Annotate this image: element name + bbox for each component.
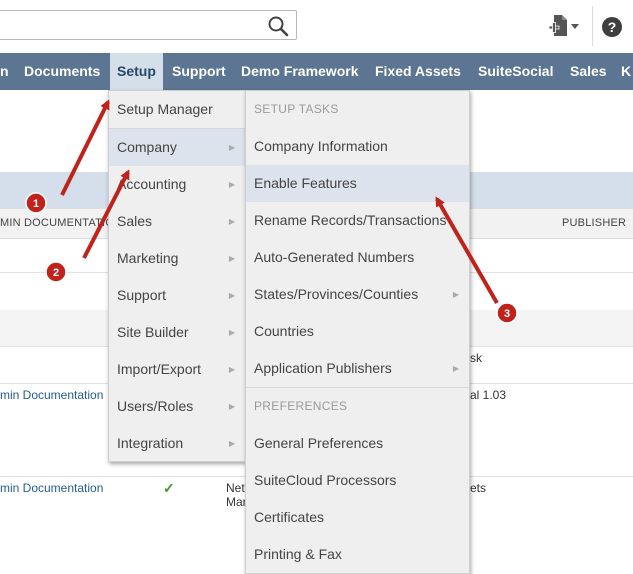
menu-item-label: Marketing (117, 250, 179, 266)
table-cell: sk (470, 351, 482, 365)
menu-item-company[interactable]: Company ▶ (109, 129, 245, 166)
chevron-right-icon: ▶ (452, 364, 459, 373)
check-icon: ✓ (163, 480, 175, 496)
menu-item-sales[interactable]: Sales ▶ (109, 203, 245, 240)
menu-item-site-builder[interactable]: Site Builder ▶ (109, 314, 245, 351)
menu-item-label: States/Provinces/Counties (254, 286, 419, 302)
menu-item-label: Certificates (254, 509, 325, 525)
nav-item-setup[interactable]: Setup (110, 53, 163, 90)
menu-item-support[interactable]: Support ▶ (109, 277, 245, 314)
menu-item-label: Import/Export (117, 361, 202, 377)
svg-text:?: ? (608, 19, 617, 35)
menu-item-label: Sales (117, 213, 153, 229)
menu-item-enable-features[interactable]: Enable Features (246, 165, 469, 202)
menu-item-label: Integration (117, 435, 184, 451)
chevron-right-icon: ▶ (228, 402, 235, 411)
chevron-right-icon: ▶ (228, 291, 235, 300)
setup-menu: Setup Manager Company ▶ Accounting ▶ Sales… (108, 90, 246, 462)
menu-item-accounting[interactable]: Accounting ▶ (109, 166, 245, 203)
chevron-right-icon: ▶ (228, 439, 235, 448)
search-input[interactable] (5, 12, 259, 40)
chevron-right-icon: ▶ (228, 365, 235, 374)
admin-documentation-link[interactable]: min Documentation (0, 481, 103, 495)
nav-item-fixed-assets[interactable]: Fixed Assets (375, 53, 461, 90)
menu-item-users-roles[interactable]: Users/Roles ▶ (109, 388, 245, 425)
table-cell: Mar (226, 495, 247, 509)
add-document-icon[interactable] (548, 14, 580, 40)
menu-item-label: Company Information (254, 138, 388, 154)
menu-item-suitecloud-processors[interactable]: SuiteCloud Processors (246, 462, 469, 499)
menu-item-label: Enable Features (254, 175, 357, 191)
menu-item-certificates[interactable]: Certificates (246, 499, 469, 536)
table-cell: al 1.03 (470, 388, 507, 402)
top-bar: ? (0, 0, 633, 54)
menu-item-label: Rename Records/Transactions (254, 212, 447, 228)
section-label-preferences: PREFERENCES (254, 399, 348, 413)
nav-item-documents[interactable]: Documents (24, 53, 100, 90)
nav-item-partial-left[interactable]: n (0, 53, 9, 90)
column-header-admin-documentation[interactable]: MIN DOCUMENTATION (0, 217, 122, 229)
nav-item-demo-framework[interactable]: Demo Framework (241, 53, 358, 90)
section-label-setup-tasks: SETUP TASKS (254, 102, 339, 116)
menu-item-states-provinces-counties[interactable]: States/Provinces/Counties ▶ (246, 276, 469, 313)
menu-item-rename-records[interactable]: Rename Records/Transactions (246, 202, 469, 239)
chevron-right-icon: ▶ (228, 217, 235, 226)
menu-item-label: General Preferences (254, 435, 384, 451)
menu-item-label: Users/Roles (117, 398, 194, 414)
help-icon[interactable]: ? (601, 16, 623, 38)
table-cell: ets (470, 481, 487, 495)
menu-item-import-export[interactable]: Import/Export ▶ (109, 351, 245, 388)
menu-item-integration[interactable]: Integration ▶ (109, 425, 245, 462)
column-header-publisher[interactable]: PUBLISHER (562, 217, 626, 229)
annotation-number: 2 (53, 267, 59, 279)
menu-item-setup-manager[interactable]: Setup Manager (109, 91, 245, 128)
menu-item-label: SuiteCloud Processors (254, 472, 397, 488)
chevron-right-icon: ▶ (228, 180, 235, 189)
nav-item-support[interactable]: Support (172, 53, 226, 90)
nav-item-sales[interactable]: Sales (570, 53, 607, 90)
admin-documentation-link[interactable]: min Documentation (0, 388, 103, 402)
menu-item-label: Company (117, 139, 177, 155)
menu-item-label: Accounting (117, 176, 187, 192)
menu-item-label: Support (117, 287, 167, 303)
search-icon[interactable] (267, 15, 289, 37)
menu-item-label: Countries (254, 323, 314, 339)
nav-item-partial-right[interactable]: K (621, 53, 631, 90)
main-nav: n Documents Setup Support Demo Framework… (0, 53, 633, 90)
menu-item-label: Application Publishers (254, 360, 392, 376)
nav-item-suitesocial[interactable]: SuiteSocial (478, 53, 553, 90)
global-search[interactable] (0, 10, 297, 40)
menu-item-general-preferences[interactable]: General Preferences (246, 425, 469, 462)
chevron-right-icon: ▶ (228, 143, 235, 152)
toolbar-divider (592, 6, 593, 46)
chevron-right-icon: ▶ (452, 290, 459, 299)
chevron-right-icon: ▶ (228, 254, 235, 263)
menu-item-auto-generated-numbers[interactable]: Auto-Generated Numbers (246, 239, 469, 276)
menu-item-label: Setup Manager (117, 101, 213, 117)
menu-item-label: Auto-Generated Numbers (254, 249, 415, 265)
menu-item-application-publishers[interactable]: Application Publishers ▶ (246, 350, 469, 387)
menu-item-marketing[interactable]: Marketing ▶ (109, 240, 245, 277)
menu-item-printing-fax[interactable]: Printing & Fax (246, 536, 469, 573)
menu-item-company-information[interactable]: Company Information (246, 128, 469, 165)
menu-item-label: Printing & Fax (254, 546, 342, 562)
chevron-right-icon: ▶ (228, 328, 235, 337)
menu-item-countries[interactable]: Countries (246, 313, 469, 350)
menu-item-label: Site Builder (117, 324, 189, 340)
company-submenu: SETUP TASKS Company Information Enable F… (245, 90, 470, 574)
